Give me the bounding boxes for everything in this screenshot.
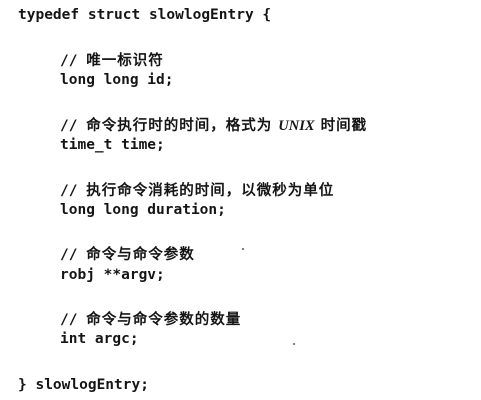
comment-argv: // 命令与命令参数 bbox=[60, 246, 195, 264]
declaration-id: long long id; bbox=[60, 72, 174, 88]
declaration-time: time_t time; bbox=[60, 137, 165, 153]
code-listing: typedef struct slowlogEntry { // 唯一标识符 l… bbox=[0, 0, 481, 400]
comment-id: // 唯一标识符 bbox=[60, 52, 164, 70]
scan-speck bbox=[242, 248, 244, 250]
comment-emphasis: UNIX bbox=[278, 118, 315, 134]
comment-text: 唯一标识符 bbox=[86, 53, 164, 69]
comment-argc: // 命令与命令参数的数量 bbox=[60, 311, 241, 329]
comment-slashes: // bbox=[60, 118, 87, 134]
comment-text: 执行命令消耗的时间，以微秒为单位 bbox=[86, 183, 335, 199]
comment-slashes: // bbox=[60, 247, 87, 263]
declaration-argv: robj **argv; bbox=[60, 267, 165, 283]
comment-text: 命令执行时的时间，格式为 bbox=[86, 118, 279, 134]
comment-text: 命令与命令参数 bbox=[86, 247, 195, 263]
scan-speck bbox=[293, 343, 295, 345]
comment-text-tail: 时间戳 bbox=[314, 118, 368, 134]
comment-duration: // 执行命令消耗的时间，以微秒为单位 bbox=[60, 182, 334, 200]
comment-slashes: // bbox=[60, 53, 87, 69]
comment-time: // 命令执行时的时间，格式为 UNIX 时间戳 bbox=[60, 117, 367, 135]
declaration-duration: long long duration; bbox=[60, 202, 226, 218]
comment-text: 命令与命令参数的数量 bbox=[86, 312, 242, 328]
declaration-argc: int argc; bbox=[60, 331, 139, 347]
struct-close-line: } slowlogEntry; bbox=[18, 377, 149, 393]
comment-slashes: // bbox=[60, 312, 87, 328]
struct-open-line: typedef struct slowlogEntry { bbox=[18, 7, 272, 23]
comment-slashes: // bbox=[60, 183, 87, 199]
